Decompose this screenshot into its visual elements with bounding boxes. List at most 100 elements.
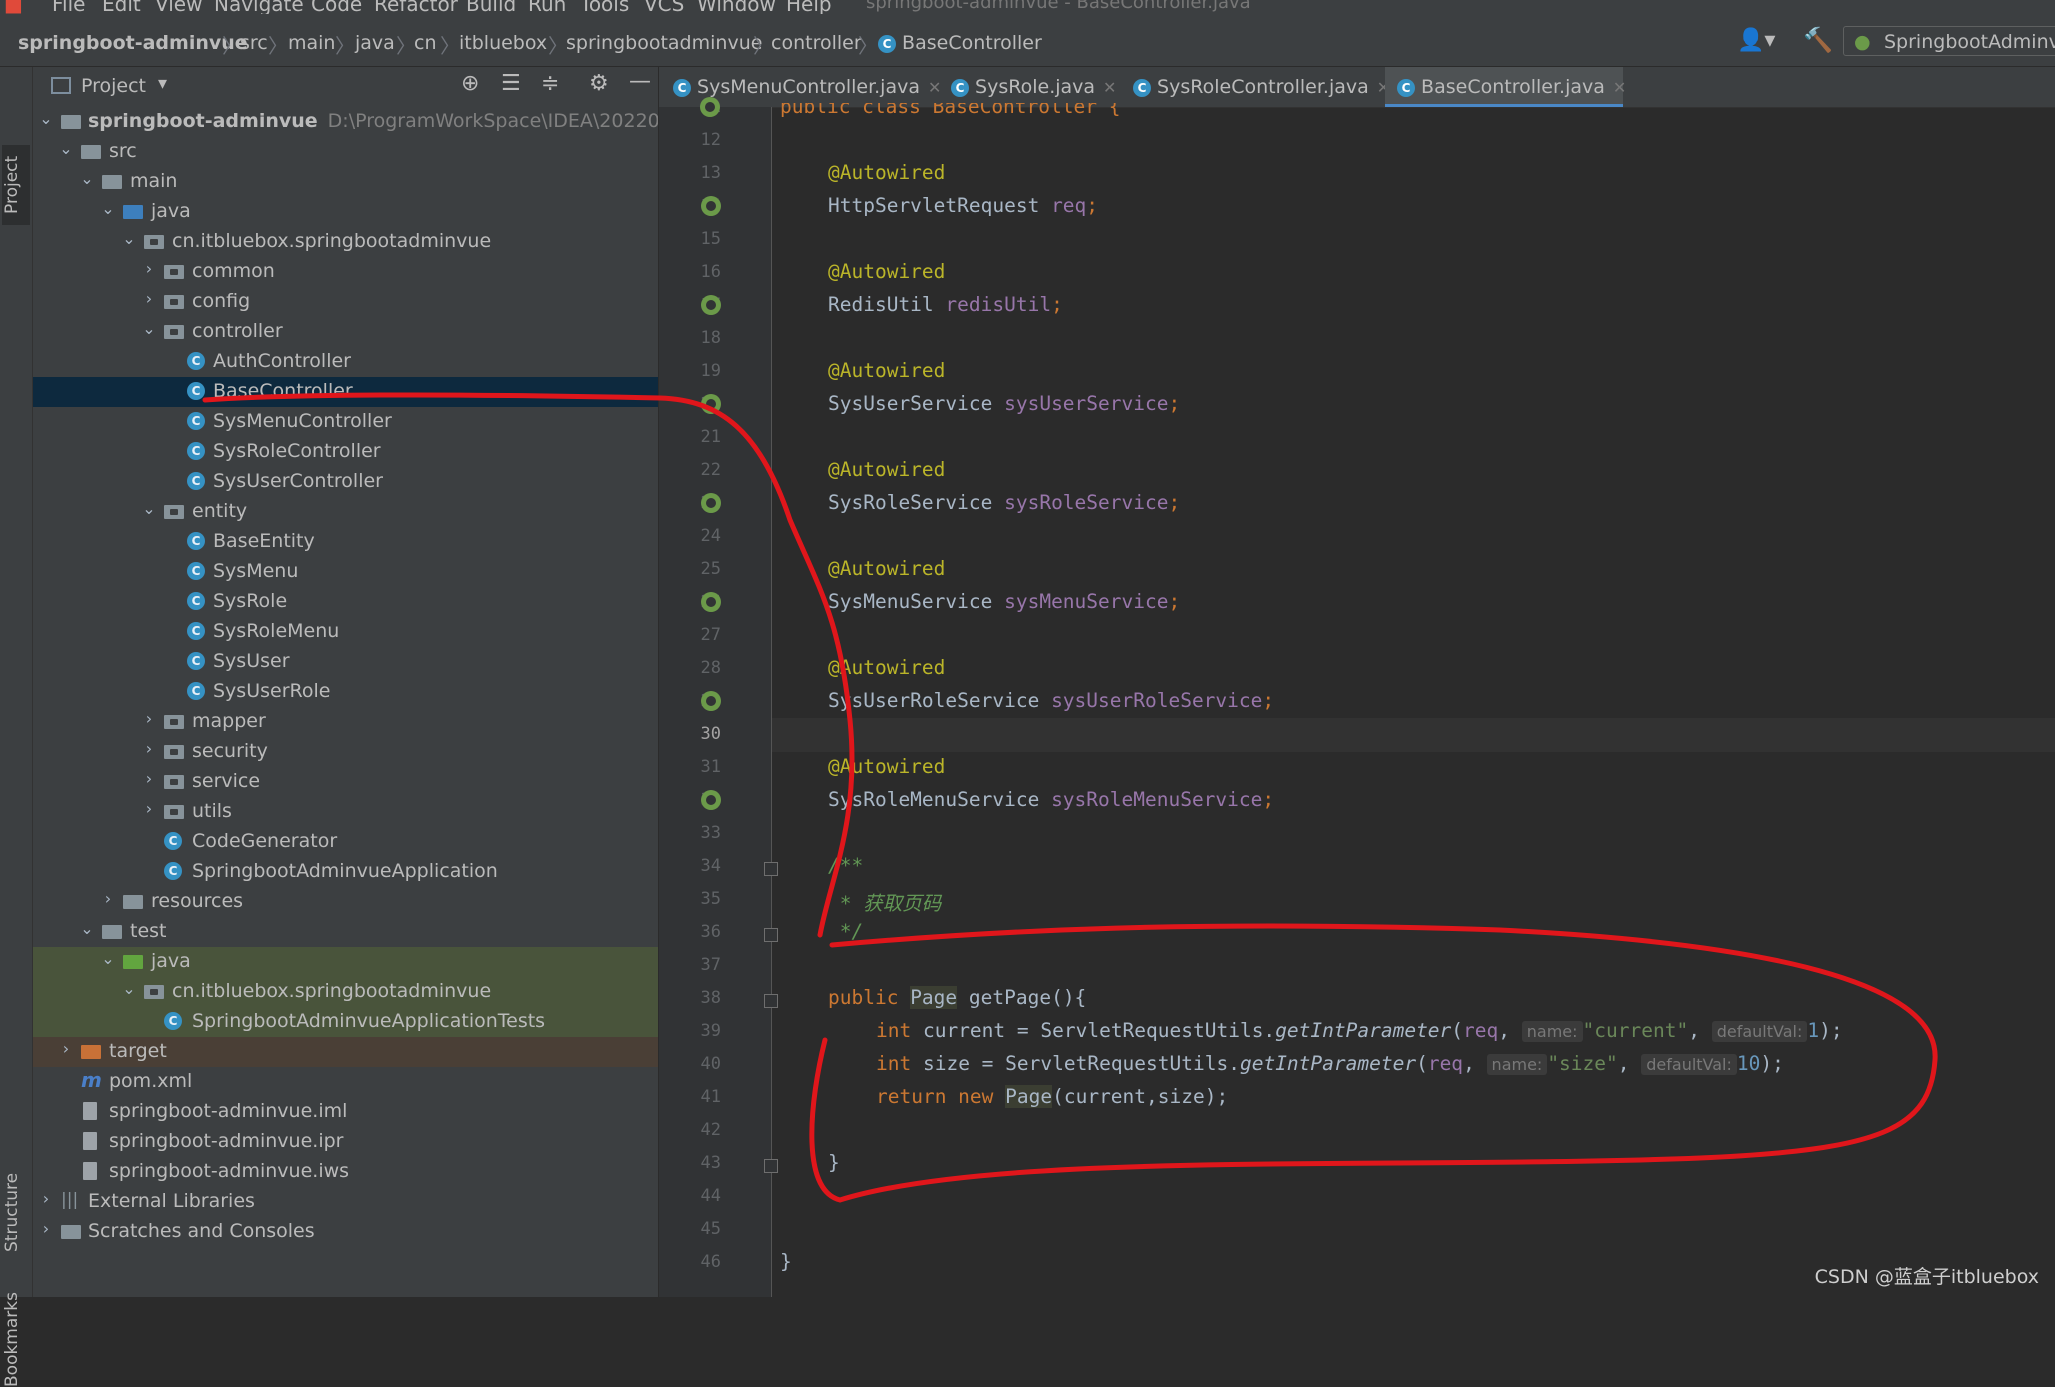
- tree-item-basecontroller[interactable]: C BaseController: [33, 377, 658, 407]
- tree-item-test[interactable]: ⌄ test: [33, 917, 658, 947]
- menu-view[interactable]: View: [155, 0, 202, 14]
- tree-item-src[interactable]: ⌄ src: [33, 137, 658, 167]
- tree-item-iml[interactable]: springboot-adminvue.iml: [33, 1097, 658, 1127]
- tree-item-package-root[interactable]: ⌄ cn.itbluebox.springbootadminvue: [33, 227, 658, 257]
- chevron-right-icon[interactable]: ›: [141, 799, 157, 818]
- chevron-down-icon[interactable]: ⌄: [121, 979, 137, 998]
- tree-item-external-libraries[interactable]: › ||| External Libraries: [33, 1187, 658, 1217]
- build-hammer-icon[interactable]: 🔨: [1803, 26, 1833, 54]
- close-icon[interactable]: ✕: [1103, 78, 1116, 97]
- chevron-right-icon[interactable]: ›: [58, 1039, 74, 1058]
- tree-item-authcontroller[interactable]: C AuthController: [33, 347, 658, 377]
- tab-sysrole[interactable]: C SysRole.java ✕: [951, 67, 1121, 107]
- tree-item-resources[interactable]: › resources: [33, 887, 658, 917]
- tree-item-security[interactable]: › security: [33, 737, 658, 767]
- tree-item-utils[interactable]: › utils: [33, 797, 658, 827]
- breadcrumb-cn[interactable]: cn: [414, 32, 437, 54]
- close-icon[interactable]: ✕: [1613, 78, 1626, 97]
- tree-item-pom[interactable]: m pom.xml: [33, 1067, 658, 1097]
- tree-item-application-tests[interactable]: C SpringbootAdminvueApplicationTests: [33, 1007, 658, 1037]
- spring-bean-icon[interactable]: [701, 493, 721, 513]
- chevron-down-icon[interactable]: ⌄: [121, 229, 137, 248]
- tree-item-entity[interactable]: ⌄ entity: [33, 497, 658, 527]
- menu-file[interactable]: File: [52, 0, 85, 14]
- chevron-down-icon[interactable]: ▾: [158, 73, 167, 94]
- fold-icon[interactable]: [764, 862, 778, 876]
- breadcrumb-springbootadminvue[interactable]: springbootadminvue: [566, 32, 762, 54]
- chevron-down-icon[interactable]: ⌄: [79, 919, 95, 938]
- tree-item-controller[interactable]: ⌄ controller: [33, 317, 658, 347]
- project-view-title[interactable]: Project: [81, 75, 146, 97]
- tree-item-test-package[interactable]: ⌄ cn.itbluebox.springbootadminvue: [33, 977, 658, 1007]
- chevron-down-icon[interactable]: ⌄: [58, 139, 74, 158]
- tab-basecontroller[interactable]: C BaseController.java ✕: [1385, 67, 1626, 107]
- close-icon[interactable]: ✕: [928, 78, 941, 97]
- tool-window-project[interactable]: Project: [2, 145, 30, 225]
- tree-item-mapper[interactable]: › mapper: [33, 707, 658, 737]
- spring-bean-icon[interactable]: [700, 97, 720, 117]
- menu-navigate[interactable]: Navigate: [214, 0, 304, 14]
- chevron-down-icon[interactable]: ⌄: [141, 499, 157, 518]
- chevron-right-icon[interactable]: ›: [141, 769, 157, 788]
- chevron-right-icon[interactable]: ›: [141, 709, 157, 728]
- spring-bean-icon[interactable]: [701, 196, 721, 216]
- menu-window[interactable]: Window: [697, 0, 776, 14]
- tree-item-main[interactable]: ⌄ main: [33, 167, 658, 197]
- fold-icon[interactable]: [764, 928, 778, 942]
- tree-item-sysuserrole[interactable]: C SysUserRole: [33, 677, 658, 707]
- spring-bean-icon[interactable]: [701, 592, 721, 612]
- tree-item-service[interactable]: › service: [33, 767, 658, 797]
- tree-item-sysusercontroller[interactable]: C SysUserController: [33, 467, 658, 497]
- tree-item-sysrolecontroller[interactable]: C SysRoleController: [33, 437, 658, 467]
- chevron-right-icon[interactable]: ›: [141, 259, 157, 278]
- chevron-down-icon[interactable]: ⌄: [79, 169, 95, 188]
- run-configuration-select[interactable]: ● SpringbootAdminvu: [1843, 26, 2055, 56]
- user-account-icon[interactable]: 👤▾: [1737, 28, 1775, 53]
- tree-item-config[interactable]: › config: [33, 287, 658, 317]
- breadcrumb-src[interactable]: src: [240, 32, 268, 54]
- breadcrumb-main[interactable]: main: [288, 32, 335, 54]
- tree-item-application[interactable]: C SpringbootAdminvueApplication: [33, 857, 658, 887]
- tree-item-project-root[interactable]: ⌄ springboot-adminvue D:\ProgramWorkSpace…: [33, 107, 658, 137]
- chevron-down-icon[interactable]: ⌄: [100, 949, 116, 968]
- chevron-right-icon[interactable]: ›: [141, 739, 157, 758]
- tree-item-scratches[interactable]: › Scratches and Consoles: [33, 1217, 658, 1247]
- breadcrumb-java[interactable]: java: [355, 32, 395, 54]
- tree-item-sysrole[interactable]: C SysRole: [33, 587, 658, 617]
- tab-sysrolecontroller[interactable]: C SysRoleController.java ✕: [1133, 67, 1390, 107]
- gear-icon[interactable]: ⚙: [589, 71, 609, 96]
- tree-item-target[interactable]: › target: [33, 1037, 658, 1067]
- tree-item-codegenerator[interactable]: C CodeGenerator: [33, 827, 658, 857]
- spring-bean-icon[interactable]: [701, 790, 721, 810]
- tree-item-test-java[interactable]: ⌄ java: [33, 947, 658, 977]
- chevron-right-icon[interactable]: ›: [141, 289, 157, 308]
- collapse-all-icon[interactable]: ≑: [541, 71, 559, 96]
- tree-item-sysuser[interactable]: C SysUser: [33, 647, 658, 677]
- breadcrumb-controller[interactable]: controller: [771, 32, 862, 54]
- spring-bean-icon[interactable]: [701, 394, 721, 414]
- hide-panel-icon[interactable]: —: [629, 69, 651, 94]
- menu-run[interactable]: Run: [528, 0, 566, 14]
- tree-item-baseentity[interactable]: C BaseEntity: [33, 527, 658, 557]
- breadcrumb-basecontroller[interactable]: C BaseController: [878, 32, 1042, 54]
- spring-bean-icon[interactable]: [701, 691, 721, 711]
- tool-window-bookmarks[interactable]: Bookmarks: [2, 1292, 30, 1387]
- chevron-down-icon[interactable]: ⌄: [141, 319, 157, 338]
- tree-item-common[interactable]: › common: [33, 257, 658, 287]
- menu-refactor[interactable]: Refactor: [374, 0, 458, 14]
- fold-icon[interactable]: [764, 994, 778, 1008]
- breadcrumb-itbluebox[interactable]: itbluebox: [459, 32, 547, 54]
- locate-icon[interactable]: ⊕: [461, 71, 479, 96]
- tool-window-structure[interactable]: Structure: [2, 1167, 30, 1257]
- menu-tools[interactable]: Tools: [580, 0, 629, 14]
- menu-edit[interactable]: Edit: [102, 0, 141, 14]
- chevron-right-icon[interactable]: ›: [38, 1219, 54, 1238]
- menu-build[interactable]: Build: [466, 0, 516, 14]
- breadcrumb-project[interactable]: springboot-adminvue: [18, 32, 248, 54]
- spring-bean-icon[interactable]: [701, 295, 721, 315]
- tree-item-java[interactable]: ⌄ java: [33, 197, 658, 227]
- chevron-right-icon[interactable]: ›: [100, 889, 116, 908]
- menu-code[interactable]: Code: [311, 0, 362, 14]
- tree-item-iws[interactable]: springboot-adminvue.iws: [33, 1157, 658, 1187]
- chevron-down-icon[interactable]: ⌄: [38, 109, 54, 128]
